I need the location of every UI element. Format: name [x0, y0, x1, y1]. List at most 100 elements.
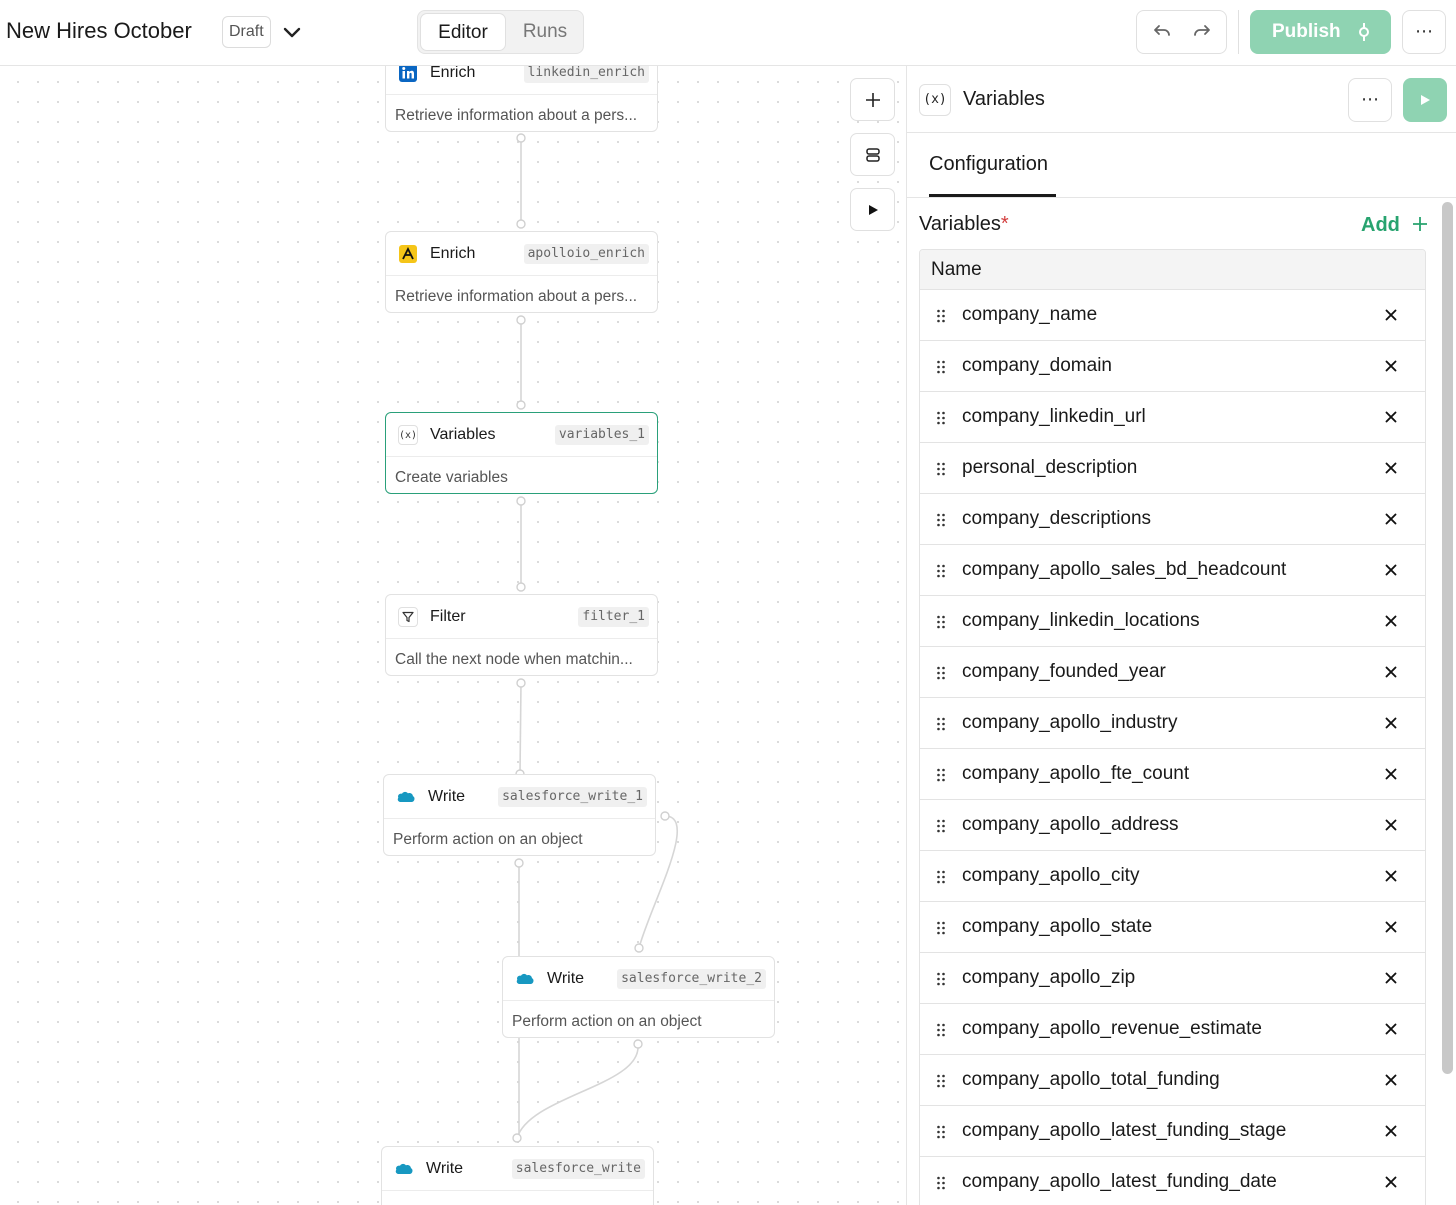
drag-handle-icon[interactable]	[936, 1074, 946, 1088]
table-row[interactable]: company_apollo_latest_funding_date	[920, 1157, 1425, 1205]
drag-handle-icon[interactable]	[936, 819, 946, 833]
remove-variable-icon[interactable]	[1385, 1176, 1397, 1188]
table-row[interactable]: company_descriptions	[920, 494, 1425, 545]
variable-name[interactable]: company_apollo_address	[962, 814, 1179, 836]
variable-name[interactable]: company_apollo_latest_funding_date	[962, 1171, 1277, 1193]
drag-handle-icon[interactable]	[936, 1023, 946, 1037]
remove-variable-icon[interactable]	[1385, 1074, 1397, 1086]
add-node-button[interactable]	[850, 78, 895, 121]
variable-name[interactable]: company_apollo_state	[962, 916, 1152, 938]
variable-name[interactable]: company_founded_year	[962, 661, 1166, 683]
publish-button[interactable]: Publish	[1250, 10, 1391, 54]
table-row[interactable]: company_apollo_zip	[920, 953, 1425, 1004]
tab-runs[interactable]: Runs	[508, 13, 582, 51]
panel-scrollbar[interactable]	[1442, 202, 1453, 1074]
variable-name[interactable]: personal_description	[962, 457, 1137, 479]
drag-handle-icon[interactable]	[936, 564, 946, 578]
table-row[interactable]: company_apollo_latest_funding_stage	[920, 1106, 1425, 1157]
drag-handle-icon[interactable]	[936, 768, 946, 782]
remove-variable-icon[interactable]	[1385, 615, 1397, 627]
variable-name[interactable]: company_apollo_revenue_estimate	[962, 1018, 1262, 1040]
drag-handle-icon[interactable]	[936, 513, 946, 527]
drag-handle-icon[interactable]	[936, 717, 946, 731]
variable-name[interactable]: company_apollo_city	[962, 865, 1139, 887]
drag-handle-icon[interactable]	[936, 921, 946, 935]
table-row[interactable]: company_name	[920, 290, 1425, 341]
node-id-tag: apolloio_enrich	[523, 244, 649, 264]
remove-variable-icon[interactable]	[1385, 921, 1397, 933]
table-row[interactable]: company_apollo_sales_bd_headcount	[920, 545, 1425, 596]
variable-name[interactable]: company_linkedin_url	[962, 406, 1146, 428]
remove-variable-icon[interactable]	[1385, 462, 1397, 474]
table-row[interactable]: personal_description	[920, 443, 1425, 494]
remove-variable-icon[interactable]	[1385, 513, 1397, 525]
node-title: Write	[426, 1160, 464, 1177]
drag-handle-icon[interactable]	[936, 411, 946, 425]
status-badge: Draft	[222, 16, 271, 48]
variable-name[interactable]: company_apollo_latest_funding_stage	[962, 1120, 1286, 1142]
table-row[interactable]: company_apollo_total_funding	[920, 1055, 1425, 1106]
table-row[interactable]: company_apollo_city	[920, 851, 1425, 902]
workflow-node-linkedin-enrich[interactable]: Enrich linkedin_enrich Retrieve informat…	[385, 66, 658, 132]
table-row[interactable]: company_apollo_state	[920, 902, 1425, 953]
more-options-button[interactable]: ⋯	[1402, 10, 1446, 54]
workflow-title[interactable]: New Hires October	[6, 18, 192, 44]
drag-handle-icon[interactable]	[936, 360, 946, 374]
drag-handle-icon[interactable]	[936, 972, 946, 986]
remove-variable-icon[interactable]	[1385, 360, 1397, 372]
remove-variable-icon[interactable]	[1385, 411, 1397, 423]
workflow-node-apollo-enrich[interactable]: Enrich apolloio_enrich Retrieve informat…	[385, 231, 658, 313]
variable-name[interactable]: company_descriptions	[962, 508, 1151, 530]
variable-name[interactable]: company_domain	[962, 355, 1112, 377]
variable-name[interactable]: company_linkedin_locations	[962, 610, 1200, 632]
tab-configuration[interactable]: Configuration	[929, 153, 1048, 176]
remove-variable-icon[interactable]	[1385, 564, 1397, 576]
remove-variable-icon[interactable]	[1385, 972, 1397, 984]
table-row[interactable]: company_domain	[920, 341, 1425, 392]
table-row[interactable]: company_apollo_revenue_estimate	[920, 1004, 1425, 1055]
table-row[interactable]: company_founded_year	[920, 647, 1425, 698]
run-node-button[interactable]	[1403, 78, 1447, 122]
variable-name[interactable]: company_apollo_total_funding	[962, 1069, 1220, 1091]
layout-button[interactable]	[850, 133, 895, 176]
drag-handle-icon[interactable]	[936, 615, 946, 629]
drag-handle-icon[interactable]	[936, 309, 946, 323]
remove-variable-icon[interactable]	[1385, 717, 1397, 729]
remove-variable-icon[interactable]	[1385, 768, 1397, 780]
remove-variable-icon[interactable]	[1385, 309, 1397, 321]
workflow-node-filter[interactable]: Filter filter_1 Call the next node when …	[385, 594, 658, 676]
workflow-node-salesforce-write-2[interactable]: Write salesforce_write_2 Perform action …	[502, 956, 775, 1038]
chevron-down-icon[interactable]	[282, 20, 302, 44]
table-row[interactable]: company_linkedin_url	[920, 392, 1425, 443]
variable-name[interactable]: company_apollo_fte_count	[962, 763, 1189, 785]
remove-variable-icon[interactable]	[1385, 870, 1397, 882]
redo-icon[interactable]	[1191, 21, 1215, 45]
add-variable-button[interactable]: Add	[1361, 214, 1400, 237]
remove-variable-icon[interactable]	[1385, 1023, 1397, 1035]
remove-variable-icon[interactable]	[1385, 1125, 1397, 1137]
remove-variable-icon[interactable]	[1385, 666, 1397, 678]
drag-handle-icon[interactable]	[936, 1125, 946, 1139]
variable-name[interactable]: company_apollo_industry	[962, 712, 1177, 734]
workflow-canvas[interactable]: Enrich linkedin_enrich Retrieve informat…	[0, 66, 906, 1205]
remove-variable-icon[interactable]	[1385, 819, 1397, 831]
drag-handle-icon[interactable]	[936, 666, 946, 680]
plus-icon[interactable]	[1411, 215, 1429, 233]
variable-name[interactable]: company_apollo_sales_bd_headcount	[962, 559, 1286, 581]
drag-handle-icon[interactable]	[936, 870, 946, 884]
table-row[interactable]: company_apollo_industry	[920, 698, 1425, 749]
table-row[interactable]: company_apollo_fte_count	[920, 749, 1425, 800]
variable-name[interactable]: company_name	[962, 304, 1097, 326]
run-workflow-button[interactable]	[850, 188, 895, 231]
workflow-node-salesforce-write-1[interactable]: Write salesforce_write_1 Perform action …	[383, 774, 656, 856]
workflow-node-variables[interactable]: (x) Variables variables_1 Create variabl…	[385, 412, 658, 494]
workflow-node-salesforce-write[interactable]: Write salesforce_write	[381, 1146, 654, 1205]
drag-handle-icon[interactable]	[936, 462, 946, 476]
table-row[interactable]: company_apollo_address	[920, 800, 1425, 851]
drag-handle-icon[interactable]	[936, 1176, 946, 1190]
tab-editor[interactable]: Editor	[420, 13, 506, 51]
variable-name[interactable]: company_apollo_zip	[962, 967, 1135, 989]
panel-more-button[interactable]: ⋯	[1348, 78, 1392, 122]
undo-icon[interactable]	[1149, 21, 1173, 45]
table-row[interactable]: company_linkedin_locations	[920, 596, 1425, 647]
